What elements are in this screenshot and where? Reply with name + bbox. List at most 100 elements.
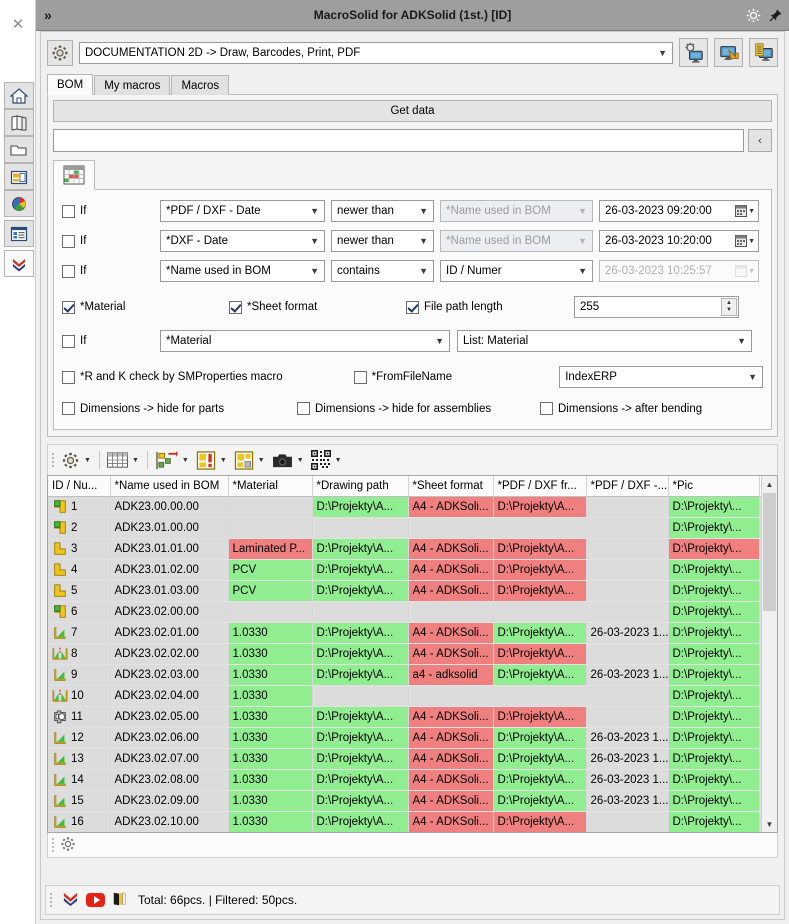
cell-pdf-dxf-from[interactable] xyxy=(493,601,587,623)
cell-pic[interactable]: D:\Projekty\... xyxy=(668,601,760,623)
cell-name[interactable]: ADK23.01.03.00 xyxy=(110,580,229,602)
cell-sheet-format[interactable]: A4 - ADKSoli... xyxy=(408,706,494,728)
cell-sheet-format[interactable] xyxy=(408,685,494,707)
filter-value-combobox[interactable]: *Name used in BOM ▼ xyxy=(440,200,593,222)
column-header[interactable]: *Pic xyxy=(668,476,760,497)
dimensions-after-bending-checkbox[interactable] xyxy=(540,402,553,415)
cell-material[interactable] xyxy=(228,517,313,539)
cell-pdf-dxf-date[interactable]: 26-03-2023 1... xyxy=(586,622,669,644)
cell-material[interactable]: 1.0330 xyxy=(228,769,313,791)
table-row[interactable]: 9 ADK23.02.03.00 1.0330 D:\Projekty\A... a4 … xyxy=(48,664,777,686)
cell-material[interactable]: 1.0330 xyxy=(228,664,313,686)
column-header[interactable]: *Material xyxy=(228,476,313,497)
cell-name[interactable]: ADK23.02.07.00 xyxy=(110,748,229,770)
cell-pdf-dxf-date[interactable] xyxy=(586,517,669,539)
cell-drawing-path[interactable]: D:\Projekty\A... xyxy=(312,769,409,791)
dimensions-hide-assemblies-checkbox[interactable] xyxy=(297,402,310,415)
cell-name[interactable]: ADK23.02.06.00 xyxy=(110,727,229,749)
cell-pdf-dxf-date[interactable] xyxy=(586,559,669,581)
sidebar-item-home[interactable] xyxy=(4,82,34,109)
grid-warning-sheet-button[interactable] xyxy=(194,449,218,471)
filter-date-input[interactable]: 26-03-2023 10:20:00 ▼ xyxy=(599,230,759,252)
cell-drawing-path[interactable]: D:\Projekty\A... xyxy=(312,580,409,602)
cell-pdf-dxf-from[interactable]: D:\Projekty\A... xyxy=(493,538,587,560)
cell-pic[interactable]: D:\Projekty\... xyxy=(668,622,760,644)
table-row[interactable]: 14 ADK23.02.08.00 1.0330 D:\Projekty\A... A4… xyxy=(48,769,777,791)
rk-check-checkbox[interactable] xyxy=(62,370,75,384)
cell-sheet-format[interactable] xyxy=(408,601,494,623)
table-row[interactable]: 12 ADK23.02.06.00 1.0330 D:\Projekty\A... A4… xyxy=(48,727,777,749)
filter-operator-combobox[interactable]: contains ▼ xyxy=(331,260,434,282)
grid-footer-settings-button[interactable] xyxy=(60,836,76,855)
cell-id[interactable]: 12 xyxy=(48,727,111,749)
sidebar-item-library[interactable] xyxy=(4,109,34,136)
cell-sheet-format[interactable]: A4 - ADKSoli... xyxy=(408,559,494,581)
cell-pdf-dxf-date[interactable] xyxy=(586,496,669,518)
filter-date-input[interactable]: 26-03-2023 10:25:57 ▼ xyxy=(599,260,759,282)
table-row[interactable]: 4 ADK23.01.02.00 PCV D:\Projekty\A... A4 - A… xyxy=(48,559,777,581)
cell-name[interactable]: ADK23.02.09.00 xyxy=(110,790,229,812)
cell-material[interactable]: Laminated P... xyxy=(228,538,313,560)
cell-pdf-dxf-date[interactable]: 26-03-2023 1... xyxy=(586,769,669,791)
cell-name[interactable]: ADK23.02.00.00 xyxy=(110,601,229,623)
cell-pdf-dxf-from[interactable]: D:\Projekty\A... xyxy=(493,643,587,665)
cell-pic[interactable]: D:\Projekty\... xyxy=(668,748,760,770)
cell-pdf-dxf-date[interactable]: 26-03-2023 1... xyxy=(586,727,669,749)
cell-pic[interactable]: D:\Projekty\... xyxy=(668,643,760,665)
sidebar-item-open-folder[interactable] xyxy=(4,136,34,163)
cell-drawing-path[interactable]: D:\Projekty\A... xyxy=(312,538,409,560)
stepper-arrows[interactable]: ▲ ▼ xyxy=(721,298,737,316)
cell-id[interactable]: 4 xyxy=(48,559,111,581)
pin-icon[interactable] xyxy=(768,8,783,23)
material-if-checkbox[interactable] xyxy=(62,334,75,348)
cell-pdf-dxf-date[interactable]: 26-03-2023 1... xyxy=(586,790,669,812)
cell-id[interactable]: 15 xyxy=(48,790,111,812)
cell-pdf-dxf-date[interactable]: 26-03-2023 1... xyxy=(586,664,669,686)
column-header[interactable]: *Drawing path xyxy=(312,476,409,497)
table-row[interactable]: 11 ADK23.02.05.00 1.0330 D:\Projekty\A... A4… xyxy=(48,706,777,728)
filter-operator-combobox[interactable]: newer than ▼ xyxy=(331,200,434,222)
cell-material[interactable] xyxy=(228,601,313,623)
cell-material[interactable]: 1.0330 xyxy=(228,622,313,644)
cell-drawing-path[interactable]: D:\Projekty\A... xyxy=(312,664,409,686)
cell-pdf-dxf-from[interactable]: D:\Projekty\A... xyxy=(493,790,587,812)
profile-combobox[interactable]: DOCUMENTATION 2D -> Draw, Barcodes, Prin… xyxy=(79,41,673,64)
cell-sheet-format[interactable]: A4 - ADKSoli... xyxy=(408,622,494,644)
file-path-length-stepper[interactable]: 255 ▲ ▼ xyxy=(574,296,739,318)
cell-id[interactable]: 8 xyxy=(48,643,111,665)
cell-id[interactable]: 2 xyxy=(48,517,111,539)
tab-bom[interactable]: BOM xyxy=(47,74,94,95)
cell-name[interactable]: ADK23.01.00.00 xyxy=(110,517,229,539)
cell-pic[interactable]: D:\Projekty\... xyxy=(668,706,760,728)
cell-pic[interactable]: D:\Projekty\... xyxy=(668,538,760,560)
filter-field-combobox[interactable]: *DXF - Date ▼ xyxy=(160,230,325,252)
filter-checkbox[interactable] xyxy=(62,234,75,248)
sidebar-item-web[interactable] xyxy=(4,190,34,217)
cell-name[interactable]: ADK23.02.10.00 xyxy=(110,811,229,832)
cell-id[interactable]: 1 xyxy=(48,496,111,518)
cell-sheet-format[interactable]: A4 - ADKSoli... xyxy=(408,580,494,602)
cell-name[interactable]: ADK23.02.03.00 xyxy=(110,664,229,686)
tab-filter-grid[interactable] xyxy=(53,160,95,190)
cell-pic[interactable]: D:\Projekty\... xyxy=(668,790,760,812)
material-checkbox[interactable] xyxy=(62,300,75,314)
cell-sheet-format[interactable]: A4 - ADKSoli... xyxy=(408,496,494,518)
cell-material[interactable]: 1.0330 xyxy=(228,685,313,707)
column-header[interactable]: *Sheet format xyxy=(408,476,494,497)
statusbar-grip[interactable] xyxy=(50,891,55,909)
cell-id[interactable]: 13 xyxy=(48,748,111,770)
cell-pdf-dxf-date[interactable] xyxy=(586,685,669,707)
statusbar-expand-button[interactable] xyxy=(62,890,79,910)
sidebar-item-details[interactable] xyxy=(4,220,34,247)
cell-drawing-path[interactable]: D:\Projekty\A... xyxy=(312,727,409,749)
table-row[interactable]: 3 ADK23.01.01.00 Laminated P... D:\Projekty… xyxy=(48,538,777,560)
table-row[interactable]: 10 ADK23.02.04.00 1.0330 D:\Projekty\... xyxy=(48,685,777,707)
column-header[interactable]: *PDF / DXF -... xyxy=(586,476,669,497)
tab-my-macros[interactable]: My macros xyxy=(94,75,171,95)
filter-field-combobox[interactable]: *PDF / DXF - Date ▼ xyxy=(160,200,325,222)
cell-drawing-path[interactable] xyxy=(312,685,409,707)
file-path-length-checkbox[interactable] xyxy=(406,300,419,314)
column-header[interactable]: ID / Nu... xyxy=(48,476,111,497)
cell-pdf-dxf-date[interactable] xyxy=(586,538,669,560)
cell-sheet-format[interactable]: A4 - ADKSoli... xyxy=(408,643,494,665)
